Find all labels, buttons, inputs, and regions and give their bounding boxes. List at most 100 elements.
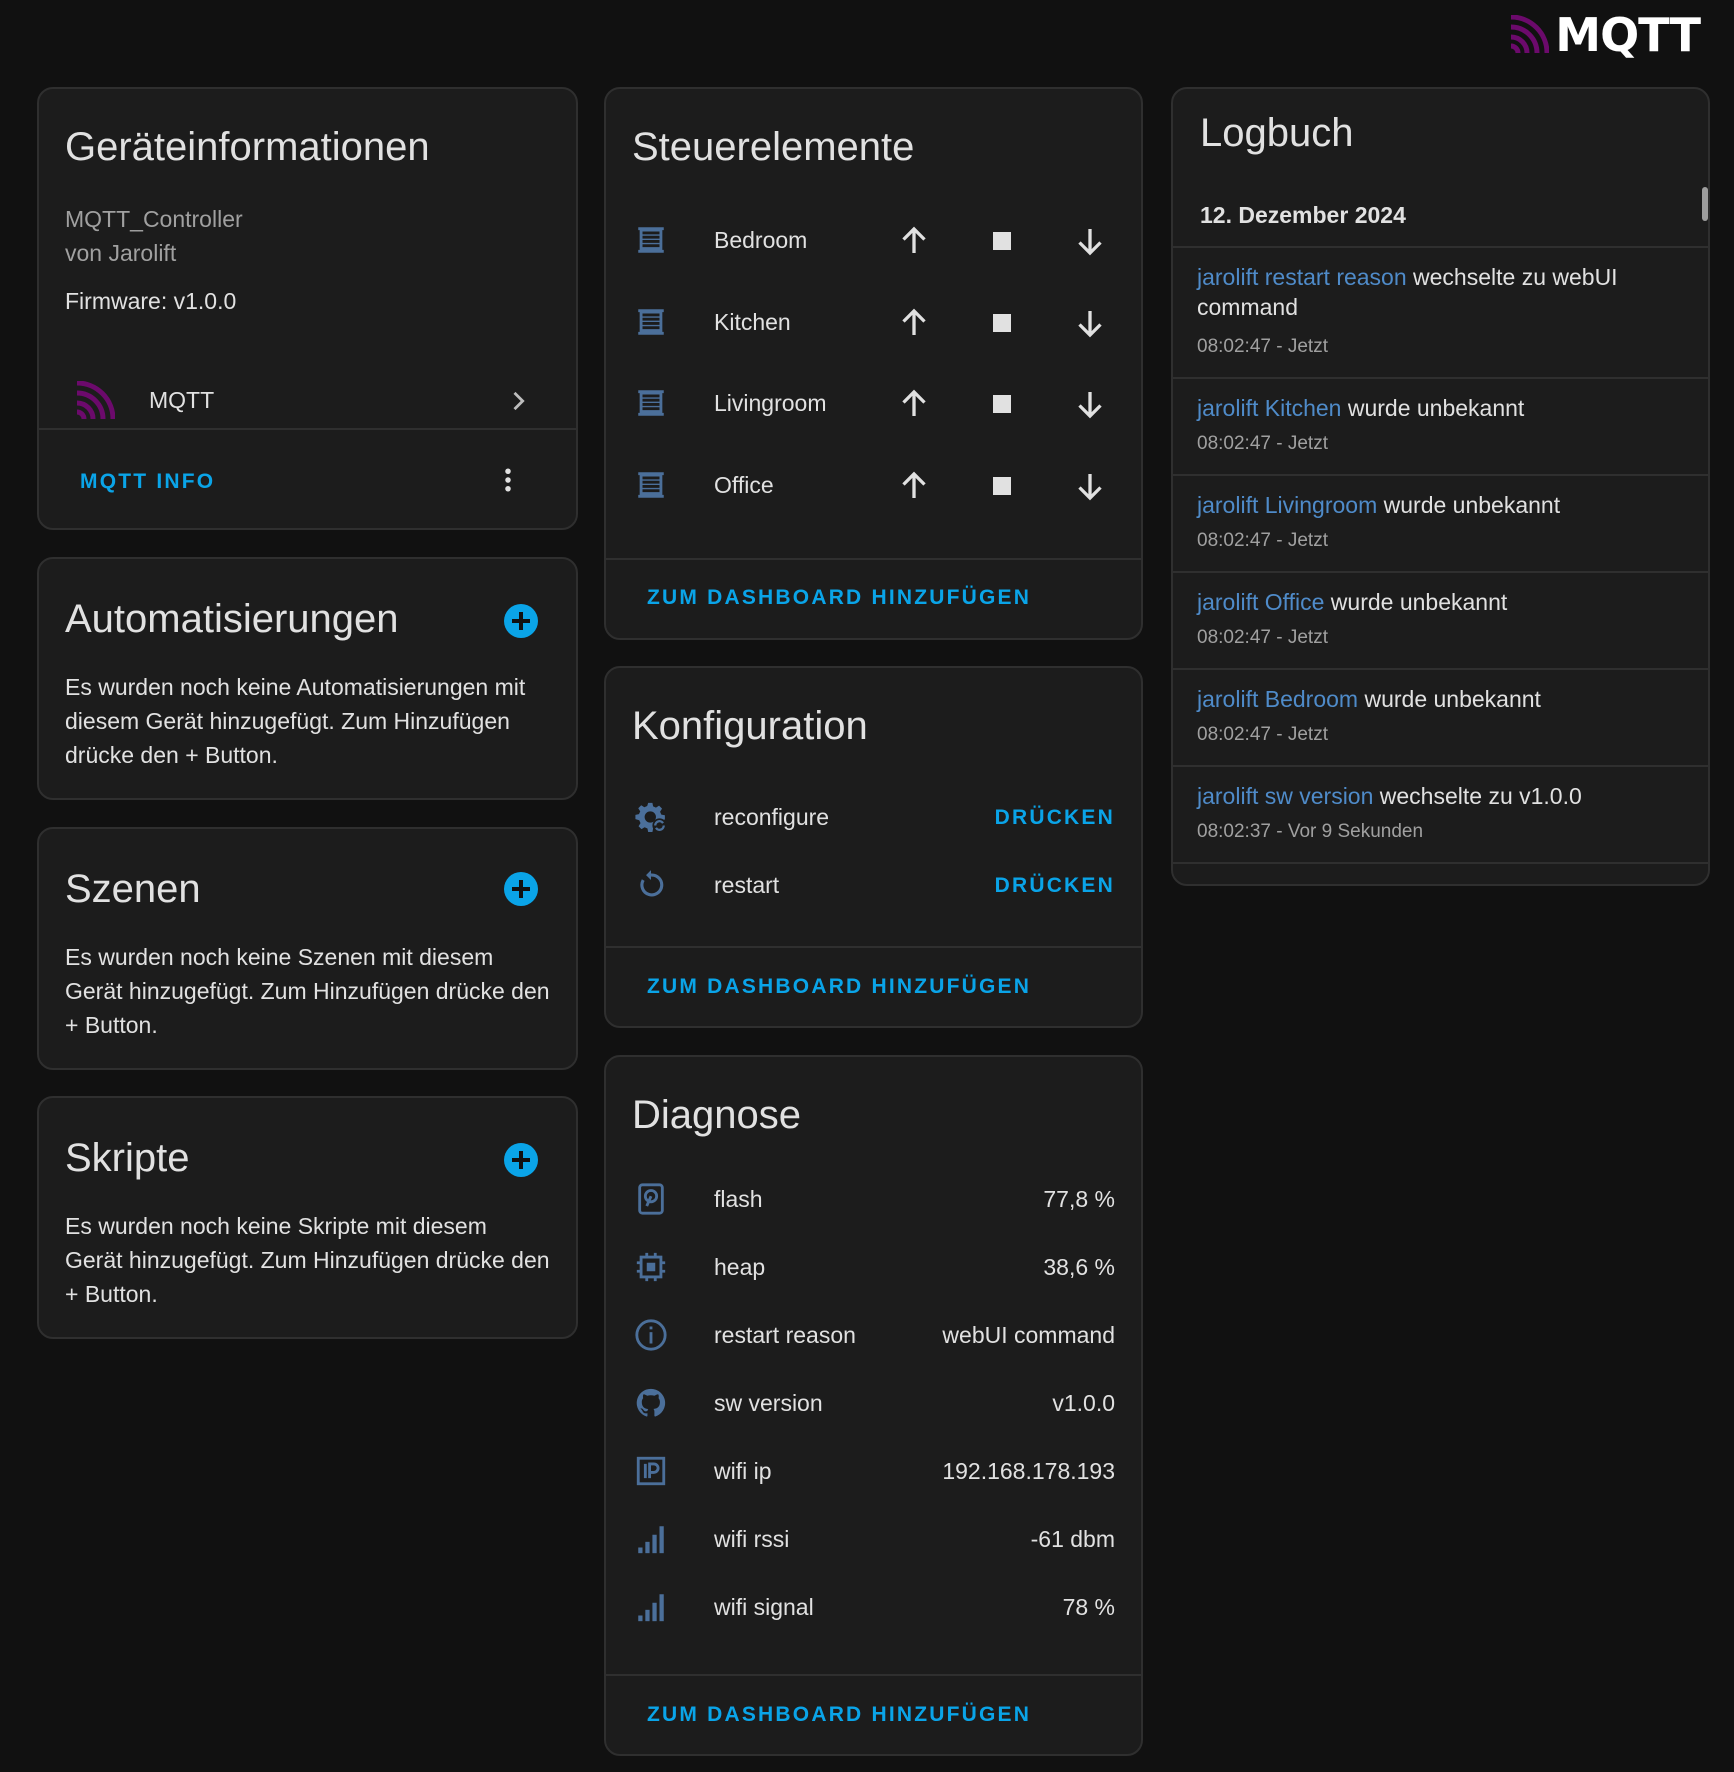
log-entity-link[interactable]: jarolift Kitchen (1197, 395, 1341, 421)
diagnostic-value: webUI command (942, 1322, 1115, 1348)
diagnostic-value: 38,6 % (1043, 1254, 1115, 1280)
diagnostic-value: v1.0.0 (1052, 1390, 1115, 1416)
signal-icon (634, 1590, 668, 1624)
arrow-down-icon[interactable] (1072, 305, 1108, 341)
log-message: jarolift Office wurde unbekannt (1197, 587, 1668, 617)
blinds-icon[interactable] (634, 305, 668, 339)
log-entity-link[interactable]: jarolift Bedroom (1197, 686, 1358, 712)
add-script-button[interactable] (504, 1143, 538, 1177)
diagnostic-name: wifi rssi (714, 1526, 790, 1552)
config-name[interactable]: restart (714, 872, 779, 899)
blinds-icon[interactable] (634, 223, 668, 257)
scenes-card: Szenen Es wurden noch keine Szenen mit d… (37, 827, 578, 1070)
diagnostic-row[interactable]: flash 77,8 % (606, 1170, 1141, 1230)
information-icon (634, 1318, 668, 1352)
scripts-card: Skripte Es wurden noch keine Skripte mit… (37, 1096, 578, 1339)
add-to-dashboard-button[interactable]: ZUM DASHBOARD HINZUFÜGEN (647, 1703, 1031, 1727)
arrow-up-icon[interactable] (896, 305, 932, 341)
stop-icon[interactable] (984, 386, 1020, 422)
scenes-title: Szenen (65, 867, 201, 911)
add-to-dashboard-button[interactable]: ZUM DASHBOARD HINZUFÜGEN (647, 975, 1031, 999)
divider (39, 428, 576, 430)
chip-icon (634, 1250, 668, 1284)
log-time: 08:02:37 - Vor 9 Sekunden (1197, 821, 1424, 842)
ip-icon (634, 1454, 668, 1488)
blinds-icon[interactable] (634, 468, 668, 502)
diagnostic-row[interactable]: restart reason webUI command (606, 1306, 1141, 1366)
diagnostic-value: -61 dbm (1030, 1526, 1115, 1552)
diagnostics-title: Diagnose (632, 1093, 802, 1137)
diagnostic-row[interactable]: wifi rssi -61 dbm (606, 1510, 1141, 1570)
log-entity-link[interactable]: jarolift sw version (1197, 783, 1373, 809)
diagnostic-row[interactable]: sw version v1.0.0 (606, 1374, 1141, 1434)
config-row: restart DRÜCKEN (606, 856, 1141, 916)
log-time: 08:02:47 - Jetzt (1197, 433, 1328, 454)
log-entity-link[interactable]: jarolift Office (1197, 589, 1324, 615)
control-name[interactable]: Kitchen (714, 309, 791, 336)
press-button[interactable]: DRÜCKEN (995, 874, 1115, 898)
diagnostics-card: Diagnose flash 77,8 % heap 38,6 % restar… (604, 1055, 1143, 1756)
logbook-card: Logbuch 12. Dezember 2024 jarolift resta… (1171, 87, 1710, 886)
diagnostic-name: flash (714, 1186, 763, 1212)
log-entry: jarolift Office wurde unbekannt 08:02:47… (1173, 573, 1708, 670)
diagnostic-value: 77,8 % (1043, 1186, 1115, 1212)
log-text: wechselte zu v1.0.0 (1373, 783, 1582, 809)
mqtt-info-button[interactable]: MQTT INFO (80, 470, 215, 494)
log-text: wurde unbekannt (1377, 492, 1561, 518)
log-entity-link[interactable]: jarolift restart reason (1197, 264, 1407, 290)
control-name[interactable]: Livingroom (714, 390, 827, 417)
arrow-up-icon[interactable] (896, 386, 932, 422)
log-message: jarolift Livingroom wurde unbekannt (1197, 490, 1668, 520)
stop-icon[interactable] (984, 305, 1020, 341)
control-row: Kitchen (606, 291, 1141, 361)
mqtt-logo: MQTT (1509, 8, 1701, 62)
device-info-card: Geräteinformationen MQTT_Controller von … (37, 87, 578, 530)
diagnostic-row[interactable]: wifi signal 78 % (606, 1578, 1141, 1638)
control-name[interactable]: Bedroom (714, 227, 807, 254)
restart-icon[interactable] (634, 868, 668, 902)
press-button[interactable]: DRÜCKEN (995, 806, 1115, 830)
add-to-dashboard-button[interactable]: ZUM DASHBOARD HINZUFÜGEN (647, 586, 1031, 610)
diagnostic-row[interactable]: wifi ip 192.168.178.193 (606, 1442, 1141, 1502)
log-text: wurde unbekannt (1358, 686, 1541, 712)
diagnostic-value: 192.168.178.193 (942, 1458, 1115, 1484)
log-message: jarolift Bedroom wurde unbekannt (1197, 684, 1668, 714)
stop-icon[interactable] (984, 468, 1020, 504)
control-row: Livingroom (606, 372, 1141, 442)
divider (606, 946, 1141, 948)
log-time: 08:02:47 - Jetzt (1197, 530, 1328, 551)
arrow-down-icon[interactable] (1072, 223, 1108, 259)
diagnostic-name: wifi ip (714, 1458, 772, 1484)
config-name[interactable]: reconfigure (714, 804, 829, 831)
log-text: wurde unbekannt (1324, 589, 1508, 615)
logo-text: MQTT (1555, 8, 1701, 62)
scenes-empty-text: Es wurden noch keine Szenen mit diesem G… (65, 944, 550, 1038)
controls-card: Steuerelemente Bedroom Kitchen Livingroo… (604, 87, 1143, 640)
device-firmware: Firmware: v1.0.0 (65, 288, 237, 314)
dots-vertical-icon[interactable] (493, 465, 523, 495)
control-row: Bedroom (606, 209, 1141, 279)
stop-icon[interactable] (984, 223, 1020, 259)
arrow-down-icon[interactable] (1072, 386, 1108, 422)
diagnostic-name: heap (714, 1254, 766, 1280)
arrow-up-icon[interactable] (896, 223, 932, 259)
harddisk-icon (634, 1182, 668, 1216)
controls-title: Steuerelemente (632, 125, 915, 169)
diagnostic-name: sw version (714, 1390, 823, 1416)
blinds-icon[interactable] (634, 386, 668, 420)
logbook-date: 12. Dezember 2024 (1200, 202, 1406, 228)
chevron-right-icon (513, 391, 525, 411)
divider (606, 558, 1141, 560)
add-scene-button[interactable] (504, 872, 538, 906)
cog-sync-icon[interactable] (634, 800, 668, 834)
arrow-up-icon[interactable] (896, 468, 932, 504)
control-name[interactable]: Office (714, 472, 774, 499)
configuration-card: Konfiguration reconfigure DRÜCKEN restar… (604, 666, 1143, 1028)
logbook-scrollbar[interactable] (1702, 187, 1708, 221)
diagnostic-row[interactable]: heap 38,6 % (606, 1238, 1141, 1298)
logbook-title: Logbuch (1200, 111, 1354, 155)
device-model: MQTT_Controller (65, 206, 243, 232)
arrow-down-icon[interactable] (1072, 468, 1108, 504)
add-automation-button[interactable] (504, 604, 538, 638)
log-entity-link[interactable]: jarolift Livingroom (1197, 492, 1377, 518)
